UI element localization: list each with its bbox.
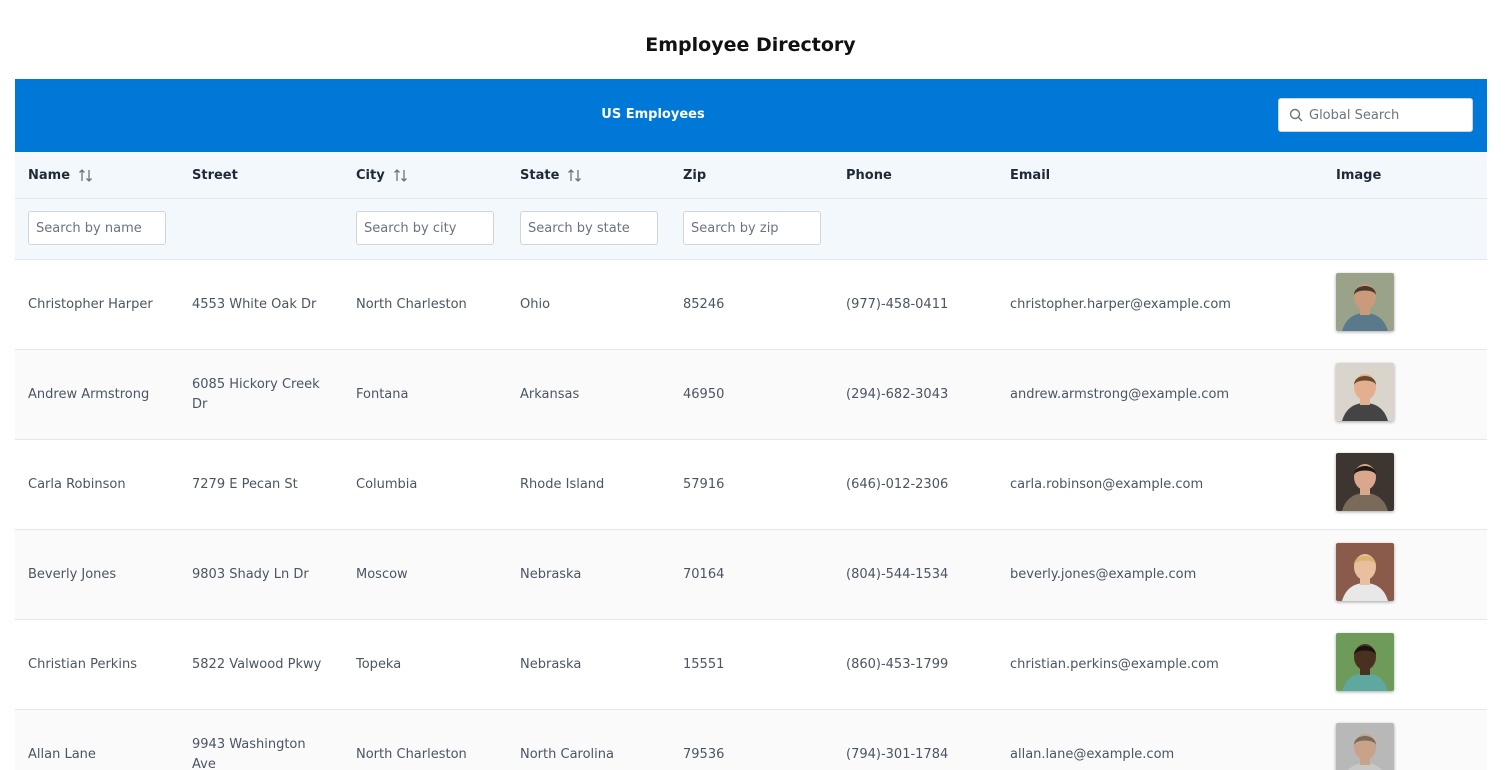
- phone-cell: (646)-012-2306: [846, 476, 949, 492]
- state-cell: Rhode Island: [520, 476, 605, 492]
- column-header-phone: Phone: [846, 152, 892, 199]
- city-cell: Topeka: [356, 656, 402, 672]
- street-cell: 4553 White Oak Dr: [192, 296, 317, 312]
- state-cell: Nebraska: [520, 566, 582, 582]
- zip-cell: 85246: [683, 296, 725, 312]
- column-header-label: Zip: [683, 168, 707, 183]
- email-cell: beverly.jones@example.com: [1010, 566, 1197, 582]
- phone-cell: (977)-458-0411: [846, 296, 949, 312]
- avatar: [1336, 633, 1394, 691]
- avatar: [1336, 273, 1394, 331]
- city-cell: Columbia: [356, 476, 418, 492]
- avatar: [1336, 453, 1394, 511]
- global-search-input[interactable]: [1309, 100, 1464, 130]
- table-row[interactable]: Beverly Jones 9803 Shady Ln Dr Moscow Ne…: [15, 530, 1487, 620]
- name-cell: Beverly Jones: [28, 566, 117, 582]
- column-header-label: State: [520, 168, 560, 183]
- street-cell: 9803 Shady Ln Dr: [192, 566, 309, 582]
- email-cell: allan.lane@example.com: [1010, 746, 1175, 762]
- name-cell: Allan Lane: [28, 746, 96, 762]
- email-cell: carla.robinson@example.com: [1010, 476, 1204, 492]
- state-cell: North Carolina: [520, 746, 614, 762]
- column-header-label: Email: [1010, 168, 1051, 183]
- avatar: [1336, 723, 1394, 770]
- column-header-street: Street: [192, 152, 238, 199]
- table-body: Christopher Harper 4553 White Oak Dr Nor…: [15, 260, 1487, 770]
- email-cell: christian.perkins@example.com: [1010, 656, 1219, 672]
- street-cell: 5822 Valwood Pkwy: [192, 656, 322, 672]
- table-row[interactable]: Christopher Harper 4553 White Oak Dr Nor…: [15, 260, 1487, 350]
- state-filter-input[interactable]: [520, 211, 658, 245]
- email-cell: andrew.armstrong@example.com: [1010, 386, 1230, 402]
- city-cell: North Charleston: [356, 296, 467, 312]
- name-cell: Andrew Armstrong: [28, 386, 150, 402]
- employee-table: US Employees Name Street City State Zip …: [15, 79, 1487, 770]
- city-cell: Fontana: [356, 386, 409, 402]
- name-cell: Christian Perkins: [28, 656, 137, 672]
- table-caption: US Employees: [601, 107, 705, 122]
- city-filter-input[interactable]: [356, 211, 494, 245]
- column-header-label: Image: [1336, 168, 1382, 183]
- column-header-email: Email: [1010, 152, 1050, 199]
- table-row[interactable]: Allan Lane 9943 Washington Ave North Cha…: [15, 710, 1487, 770]
- column-header-image: Image: [1336, 152, 1381, 199]
- sort-icon[interactable]: [567, 168, 582, 183]
- name-cell: Christopher Harper: [28, 296, 153, 312]
- zip-cell: 46950: [683, 386, 725, 402]
- sort-icon[interactable]: [78, 168, 93, 183]
- phone-cell: (860)-453-1799: [846, 656, 949, 672]
- city-cell: North Charleston: [356, 746, 467, 762]
- state-cell: Arkansas: [520, 386, 580, 402]
- page-title: Employee Directory: [645, 34, 856, 56]
- avatar: [1336, 363, 1394, 421]
- column-header-zip: Zip: [683, 152, 706, 199]
- zip-cell: 57916: [683, 476, 725, 492]
- table-caption-bar: US Employees: [15, 79, 1487, 152]
- column-header-name[interactable]: Name: [28, 152, 93, 199]
- avatar: [1336, 543, 1394, 601]
- name-filter-input[interactable]: [28, 211, 166, 245]
- state-cell: Ohio: [520, 296, 551, 312]
- filter-row: [15, 199, 1487, 260]
- table-row[interactable]: Christian Perkins 5822 Valwood Pkwy Tope…: [15, 620, 1487, 710]
- column-header-label: Phone: [846, 168, 892, 183]
- column-header-label: Street: [192, 168, 238, 183]
- zip-cell: 79536: [683, 746, 725, 762]
- phone-cell: (294)-682-3043: [846, 386, 949, 402]
- street-cell: 7279 E Pecan St: [192, 476, 298, 492]
- column-header-row: Name Street City State Zip Phone Email I…: [15, 152, 1487, 199]
- global-search-box[interactable]: [1278, 98, 1473, 132]
- city-cell: Moscow: [356, 566, 408, 582]
- column-header-label: City: [356, 168, 385, 183]
- table-row[interactable]: Andrew Armstrong 6085 Hickory Creek Dr F…: [15, 350, 1487, 440]
- column-header-city[interactable]: City: [356, 152, 408, 199]
- street-cell: 9943 Washington Ave: [192, 736, 306, 770]
- table-row[interactable]: Carla Robinson 7279 E Pecan St Columbia …: [15, 440, 1487, 530]
- zip-filter-input[interactable]: [683, 211, 821, 245]
- state-cell: Nebraska: [520, 656, 582, 672]
- zip-cell: 15551: [683, 656, 725, 672]
- search-icon: [1283, 108, 1309, 122]
- phone-cell: (804)-544-1534: [846, 566, 949, 582]
- phone-cell: (794)-301-1784: [846, 746, 949, 762]
- column-header-state[interactable]: State: [520, 152, 582, 199]
- email-cell: christopher.harper@example.com: [1010, 296, 1231, 312]
- zip-cell: 70164: [683, 566, 725, 582]
- street-cell: 6085 Hickory Creek Dr: [192, 376, 320, 412]
- column-header-label: Name: [28, 168, 71, 183]
- name-cell: Carla Robinson: [28, 476, 126, 492]
- sort-icon[interactable]: [393, 168, 408, 183]
